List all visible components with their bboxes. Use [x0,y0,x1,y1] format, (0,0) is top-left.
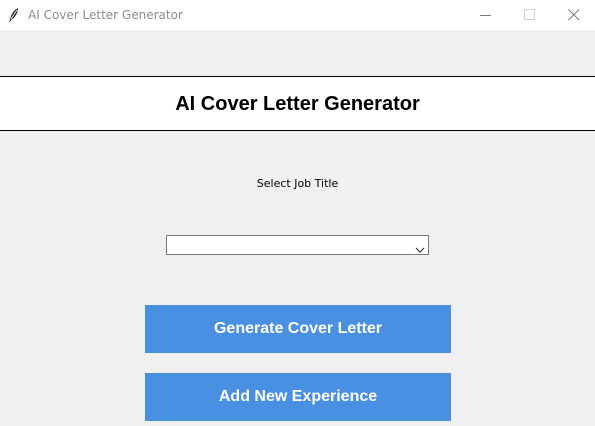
page-title: AI Cover Letter Generator [175,93,420,115]
header-banner: AI Cover Letter Generator [0,76,595,131]
maximize-button[interactable] [507,0,553,30]
close-button[interactable] [551,0,595,30]
minimize-button[interactable] [463,0,509,30]
app-window: AI Cover Letter Generator AI Cover Lette… [0,0,595,426]
feather-icon [7,7,21,23]
chevron-down-icon[interactable] [415,240,425,253]
generate-cover-letter-button[interactable]: Generate Cover Letter [145,305,451,353]
job-title-dropdown[interactable] [166,235,429,255]
minimize-icon [480,15,491,16]
add-new-experience-button[interactable]: Add New Experience [145,373,451,421]
window-title: AI Cover Letter Generator [28,8,183,22]
maximize-icon [524,9,535,20]
job-title-label: Select Job Title [256,177,339,190]
close-icon [568,9,580,21]
title-bar[interactable]: AI Cover Letter Generator [0,0,595,30]
